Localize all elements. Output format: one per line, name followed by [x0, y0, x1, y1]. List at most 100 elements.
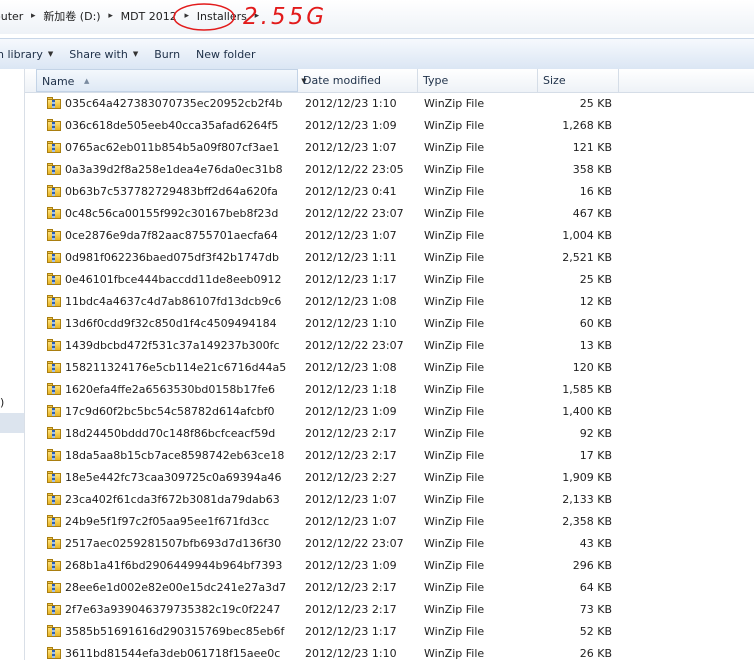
file-row[interactable]: 28ee6e1d002e82e00e15dc241e27a3d7 2012/12/… [25, 577, 754, 599]
file-row[interactable]: 11bdc4a4637c4d7ab86107fd13dcb9c6 2012/12/… [25, 291, 754, 313]
column-header-size[interactable]: Size [538, 69, 619, 92]
file-row[interactable]: 3585b51691616d290315769bec85eb6f 2012/12/… [25, 621, 754, 643]
file-name[interactable]: 158211324176e5cb114e21c6716d44a5 [65, 357, 286, 379]
breadcrumb-chevron-icon[interactable]: ▸ [106, 11, 116, 21]
file-row[interactable]: 0765ac62eb011b854b5a09f807cf3ae1 2012/12/… [25, 137, 754, 159]
file-row[interactable]: 0e46101fbce444baccdd11de8eeb0912 2012/12/… [25, 269, 754, 291]
file-row[interactable]: 158211324176e5cb114e21c6716d44a5 2012/12/… [25, 357, 754, 379]
breadcrumb-drive-d[interactable]: 新加卷 (D:) [41, 8, 102, 24]
file-list[interactable]: Name ▲ ▼ Date modified Type Size 035c64a… [25, 69, 754, 660]
file-name[interactable]: 2517aec0259281507bfb693d7d136f30 [65, 533, 281, 555]
nav-selected-item[interactable] [0, 413, 24, 433]
file-name[interactable]: 036c618de505eeb40cca35afad6264f5 [65, 115, 278, 137]
sort-ascending-icon: ▲ [83, 77, 90, 85]
file-name[interactable]: 0ce2876e9da7f82aac8755701aecfa64 [65, 225, 278, 247]
file-row[interactable]: 1620efa4ffe2a6563530bd0158b17fe6 2012/12/… [25, 379, 754, 401]
file-date-modified: 2012/12/23 1:09 [305, 405, 397, 418]
file-type: WinZip File [424, 603, 485, 616]
breadcrumb-chevron-icon[interactable]: ▸ [28, 11, 38, 21]
file-name[interactable]: 3585b51691616d290315769bec85eb6f [65, 621, 284, 643]
file-row[interactable]: 036c618de505eeb40cca35afad6264f5 2012/12/… [25, 115, 754, 137]
file-name[interactable]: 0765ac62eb011b854b5a09f807cf3ae1 [65, 137, 280, 159]
breadcrumb-computer[interactable]: outer [0, 10, 25, 23]
file-row[interactable]: 24b9e5f1f97c2f05aa95ee1f671fd3cc 2012/12/… [25, 511, 754, 533]
column-header-date-label: Date modified [303, 74, 381, 87]
navigation-pane[interactable]: ) [0, 69, 25, 660]
nav-item-partial-text[interactable]: ) [0, 396, 4, 409]
file-name[interactable]: 28ee6e1d002e82e00e15dc241e27a3d7 [65, 577, 286, 599]
winzip-file-icon [46, 317, 62, 330]
file-name[interactable]: 24b9e5f1f97c2f05aa95ee1f671fd3cc [65, 511, 269, 533]
file-size: 17 KB [579, 449, 612, 462]
file-row[interactable]: 2517aec0259281507bfb693d7d136f30 2012/12/… [25, 533, 754, 555]
winzip-file-icon [46, 515, 62, 528]
share-with-button[interactable]: Share with ▼ [61, 48, 146, 61]
file-name[interactable]: 18e5e442fc73caa309725c0a69394a46 [65, 467, 281, 489]
file-type: WinZip File [424, 405, 485, 418]
file-size: 25 KB [579, 97, 612, 110]
column-header-row: Name ▲ ▼ Date modified Type Size [25, 69, 754, 93]
file-row[interactable]: 17c9d60f2bc5bc54c58782d614afcbf0 2012/12/… [25, 401, 754, 423]
file-row[interactable]: 2f7e63a939046379735382c19c0f2247 2012/12/… [25, 599, 754, 621]
file-name[interactable]: 1439dbcbd472f531c37a149237b300fc [65, 335, 280, 357]
file-name[interactable]: 13d6f0cdd9f32c850d1f4c4509494184 [65, 313, 277, 335]
file-row[interactable]: 18e5e442fc73caa309725c0a69394a46 2012/12/… [25, 467, 754, 489]
file-name[interactable]: 2f7e63a939046379735382c19c0f2247 [65, 599, 280, 621]
file-size: 2,521 KB [562, 251, 612, 264]
file-name[interactable]: 0a3a39d2f8a258e1dea4e76da0ec31b8 [65, 159, 283, 181]
file-name[interactable]: 0b63b7c537782729483bff2d64a620fa [65, 181, 278, 203]
file-row[interactable]: 18da5aa8b15cb7ace8598742eb63ce18 2012/12/… [25, 445, 754, 467]
file-row[interactable]: 0d981f062236baed075df3f42b1747db 2012/12/… [25, 247, 754, 269]
file-row[interactable]: 13d6f0cdd9f32c850d1f4c4509494184 2012/12/… [25, 313, 754, 335]
burn-button[interactable]: Burn [146, 48, 188, 61]
new-folder-button[interactable]: New folder [188, 48, 263, 61]
file-name[interactable]: 3611bd81544efa3deb061718f15aee0c [65, 643, 280, 660]
file-type: WinZip File [424, 383, 485, 396]
file-row[interactable]: 3611bd81544efa3deb061718f15aee0c 2012/12/… [25, 643, 754, 660]
file-type: WinZip File [424, 251, 485, 264]
file-date-modified: 2012/12/23 1:07 [305, 229, 397, 242]
file-name[interactable]: 268b1a41f6bd2906449944b964bf7393 [65, 555, 282, 577]
winzip-file-icon [46, 339, 62, 352]
file-row[interactable]: 1439dbcbd472f531c37a149237b300fc 2012/12/… [25, 335, 754, 357]
file-date-modified: 2012/12/23 1:10 [305, 97, 397, 110]
file-row[interactable]: 18d24450bddd70c148f86bcfceacf59d 2012/12/… [25, 423, 754, 445]
column-header-date-modified[interactable]: Date modified [298, 69, 418, 92]
file-row[interactable]: 23ca402f61cda3f672b3081da79dab63 2012/12/… [25, 489, 754, 511]
breadcrumb-mdt-2012[interactable]: MDT 2012 [119, 10, 179, 23]
file-date-modified: 2012/12/23 1:07 [305, 493, 397, 506]
file-row[interactable]: 035c64a427383070735ec20952cb2f4b 2012/12/… [25, 93, 754, 115]
include-in-library-button[interactable]: n library ▼ [0, 48, 61, 61]
breadcrumb-chevron-icon[interactable]: ▸ [182, 11, 192, 21]
file-name[interactable]: 0d981f062236baed075df3f42b1747db [65, 247, 279, 269]
file-type: WinZip File [424, 119, 485, 132]
file-name[interactable]: 1620efa4ffe2a6563530bd0158b17fe6 [65, 379, 275, 401]
file-name[interactable]: 035c64a427383070735ec20952cb2f4b [65, 93, 282, 115]
column-header-name[interactable]: Name ▲ ▼ [36, 69, 307, 92]
address-bar[interactable]: outer ▸ 新加卷 (D:) ▸ MDT 2012 ▸ Installers… [0, 0, 754, 34]
file-type: WinZip File [424, 559, 485, 572]
file-type: WinZip File [424, 317, 485, 330]
file-type: WinZip File [424, 471, 485, 484]
file-row[interactable]: 0c48c56ca00155f992c30167beb8f23d 2012/12/… [25, 203, 754, 225]
file-name[interactable]: 0e46101fbce444baccdd11de8eeb0912 [65, 269, 281, 291]
file-name[interactable]: 23ca402f61cda3f672b3081da79dab63 [65, 489, 280, 511]
file-name[interactable]: 17c9d60f2bc5bc54c58782d614afcbf0 [65, 401, 274, 423]
breadcrumb-installers[interactable]: Installers [195, 10, 249, 23]
file-name[interactable]: 11bdc4a4637c4d7ab86107fd13dcb9c6 [65, 291, 281, 313]
file-date-modified: 2012/12/23 1:10 [305, 647, 397, 660]
file-name[interactable]: 18d24450bddd70c148f86bcfceacf59d [65, 423, 275, 445]
file-size: 2,133 KB [562, 493, 612, 506]
file-row[interactable]: 268b1a41f6bd2906449944b964bf7393 2012/12/… [25, 555, 754, 577]
file-name[interactable]: 0c48c56ca00155f992c30167beb8f23d [65, 203, 278, 225]
file-row[interactable]: 0b63b7c537782729483bff2d64a620fa 2012/12/… [25, 181, 754, 203]
file-name[interactable]: 18da5aa8b15cb7ace8598742eb63ce18 [65, 445, 284, 467]
column-header-type[interactable]: Type [418, 69, 538, 92]
file-row[interactable]: 0ce2876e9da7f82aac8755701aecfa64 2012/12/… [25, 225, 754, 247]
breadcrumb[interactable]: outer ▸ 新加卷 (D:) ▸ MDT 2012 ▸ Installers… [0, 5, 265, 27]
file-size: 2,358 KB [562, 515, 612, 528]
file-date-modified: 2012/12/23 1:09 [305, 559, 397, 572]
file-row[interactable]: 0a3a39d2f8a258e1dea4e76da0ec31b8 2012/12/… [25, 159, 754, 181]
winzip-file-icon [46, 625, 62, 638]
file-date-modified: 2012/12/22 23:07 [305, 537, 404, 550]
